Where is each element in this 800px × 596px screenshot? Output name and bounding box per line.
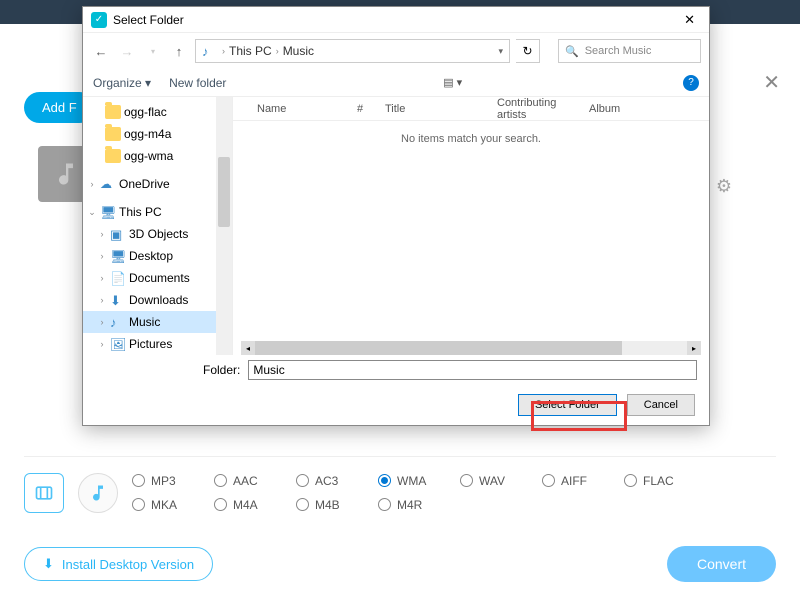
nav-recent-icon[interactable]: ▾	[143, 41, 163, 61]
radio-icon	[132, 474, 145, 487]
format-m4a[interactable]: M4A	[214, 498, 296, 512]
format-mka[interactable]: MKA	[132, 498, 214, 512]
nav-back-icon[interactable]: ←	[91, 41, 111, 61]
music-icon: ♪	[202, 44, 218, 58]
radio-icon	[378, 498, 391, 511]
format-aac[interactable]: AAC	[214, 474, 296, 488]
install-desktop-button[interactable]: ⬇ Install Desktop Version	[24, 547, 213, 581]
audio-tile-icon[interactable]	[78, 473, 118, 513]
address-bar[interactable]: ♪ › This PC › Music ▾	[195, 39, 510, 63]
radio-icon	[542, 474, 555, 487]
format-m4r[interactable]: M4R	[378, 498, 460, 512]
tree-item-music: ›♪Music	[83, 311, 232, 333]
radio-icon	[296, 498, 309, 511]
format-wav[interactable]: WAV	[460, 474, 542, 488]
video-tile-icon[interactable]	[24, 473, 64, 513]
radio-icon	[214, 474, 227, 487]
radio-icon	[214, 498, 227, 511]
new-folder-button[interactable]: New folder	[169, 76, 226, 90]
tree-scrollbar[interactable]	[216, 97, 232, 355]
radio-icon	[624, 474, 637, 487]
select-folder-button[interactable]: Select Folder	[518, 394, 617, 416]
column-headers[interactable]: Name # Title Contributing artists Album	[233, 97, 709, 121]
folder-label: Folder:	[203, 363, 240, 377]
download-icon: ⬇	[43, 556, 54, 572]
refresh-icon[interactable]: ↻	[516, 39, 540, 63]
radio-icon	[296, 474, 309, 487]
folder-tree[interactable]: ogg-flac ogg-m4a ogg-wma ›☁OneDrive ⌄🖥Th…	[83, 97, 233, 355]
help-icon[interactable]: ?	[683, 75, 699, 91]
view-options-icon[interactable]: ▤ ▾	[443, 76, 462, 89]
pc-icon: 🖥	[100, 205, 116, 219]
search-input[interactable]: 🔍 Search Music	[558, 39, 701, 63]
settings-gear-icon[interactable]: ⚙	[716, 176, 732, 197]
horizontal-scrollbar[interactable]: ◂▸	[241, 341, 701, 355]
organize-menu[interactable]: Organize ▾	[93, 76, 151, 90]
search-icon: 🔍	[565, 45, 579, 58]
nav-forward-icon: →	[117, 41, 137, 61]
dialog-app-icon: ✓	[91, 12, 107, 28]
format-ac3[interactable]: AC3	[296, 474, 378, 488]
format-flac[interactable]: FLAC	[624, 474, 706, 488]
empty-message: No items match your search.	[233, 133, 709, 145]
cancel-button[interactable]: Cancel	[627, 394, 695, 416]
nav-up-icon[interactable]: ↑	[169, 41, 189, 61]
cloud-icon: ☁	[100, 177, 116, 191]
select-folder-dialog: ✓ Select Folder ✕ ← → ▾ ↑ ♪ › This PC › …	[82, 6, 710, 426]
radio-icon	[378, 474, 391, 487]
format-wma[interactable]: WMA	[378, 474, 460, 488]
dialog-title: Select Folder	[113, 13, 184, 27]
radio-icon	[460, 474, 473, 487]
format-mp3[interactable]: MP3	[132, 474, 214, 488]
radio-icon	[132, 498, 145, 511]
format-aiff[interactable]: AIFF	[542, 474, 624, 488]
chevron-down-icon[interactable]: ▾	[498, 46, 503, 57]
convert-button[interactable]: Convert	[667, 546, 776, 582]
folder-input[interactable]	[248, 360, 697, 380]
format-m4b[interactable]: M4B	[296, 498, 378, 512]
app-close-icon[interactable]: ✕	[763, 70, 780, 95]
dialog-close-icon[interactable]: ✕	[678, 10, 701, 30]
